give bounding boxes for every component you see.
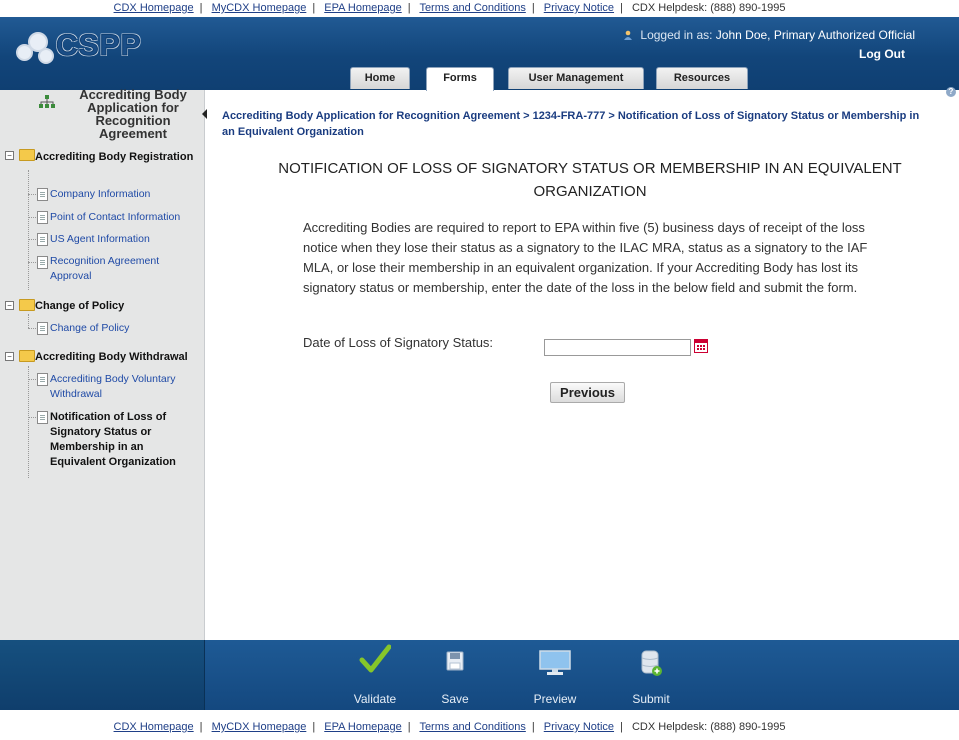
org-chart-icon <box>39 95 55 108</box>
tree-item-us-agent[interactable]: US Agent Information <box>50 232 200 247</box>
user-icon <box>624 30 633 40</box>
tree-group-registration[interactable]: Accrediting Body Registration <box>35 149 195 165</box>
tab-user-management[interactable]: User Management <box>508 67 644 89</box>
link-epa-homepage[interactable]: EPA Homepage <box>324 721 401 733</box>
preview-label: Preview <box>533 692 577 706</box>
floppy-disk-icon <box>446 651 464 671</box>
action-bar: Validate Save Preview Submit <box>0 640 959 710</box>
folder-icon <box>19 350 35 362</box>
tree-item-label[interactable]: US Agent Information <box>50 233 150 245</box>
database-submit-icon <box>641 650 662 676</box>
instructions-text: Accrediting Bodies are required to repor… <box>303 220 868 295</box>
previous-button[interactable]: Previous <box>550 382 625 403</box>
collapse-change-of-policy-icon[interactable]: − <box>5 301 14 310</box>
link-cdx-homepage[interactable]: CDX Homepage <box>114 721 194 733</box>
tree-group-withdrawal[interactable]: Accrediting Body Withdrawal <box>35 349 203 365</box>
document-icon <box>37 411 48 424</box>
cspp-logo[interactable]: CSPP <box>16 26 156 68</box>
document-icon <box>37 256 48 269</box>
collapse-registration-icon[interactable]: − <box>5 151 14 160</box>
helpdesk-text: CDX Helpdesk: (888) 890-1995 <box>631 721 786 733</box>
sidebar-title: Accrediting Body Application for Recogni… <box>79 87 187 141</box>
tab-forms[interactable]: Forms <box>426 67 494 91</box>
document-icon <box>37 233 48 246</box>
breadcrumb: Accrediting Body Application for Recogni… <box>222 110 920 138</box>
date-of-loss-label: Date of Loss of Signatory Status: <box>303 335 494 350</box>
tree-item-label[interactable]: Change of Policy <box>50 322 129 334</box>
sidebar-header: Accrediting Body Application for Recogni… <box>0 87 204 142</box>
save-button[interactable]: Save <box>430 640 480 710</box>
date-of-loss-input[interactable] <box>544 339 691 356</box>
helpdesk-text: CDX Helpdesk: (888) 890-1995 <box>631 2 786 14</box>
preview-button[interactable]: Preview <box>520 640 590 710</box>
tree-item-point-of-contact[interactable]: Point of Contact Information <box>50 210 200 225</box>
tree-item-label[interactable]: Recognition Agreement Approval <box>50 255 159 282</box>
save-label: Save <box>441 692 469 706</box>
help-icon[interactable]: ? <box>946 87 956 97</box>
tree-item-change-of-policy[interactable]: Change of Policy <box>50 321 200 336</box>
bottom-links-bar: CDX Homepage | MyCDX Homepage | EPA Homepa… <box>113 721 786 733</box>
collapse-withdrawal-icon[interactable]: − <box>5 352 14 361</box>
monitor-icon <box>539 650 571 675</box>
document-icon <box>37 373 48 386</box>
tab-home[interactable]: Home <box>350 67 410 89</box>
logo-text: CSPP <box>56 29 142 63</box>
app-header: CSPP Logged in as: John Doe, Primary Aut… <box>0 17 959 91</box>
tree-item-label: Notification of Loss of Signatory Status… <box>50 411 176 468</box>
tree-item-label[interactable]: Point of Contact Information <box>50 211 180 223</box>
tree-group-change-of-policy[interactable]: Change of Policy <box>35 298 195 314</box>
top-links-bar: CDX Homepage | MyCDX Homepage | EPA Homepa… <box>113 2 786 14</box>
document-icon <box>37 188 48 201</box>
link-terms-and-conditions[interactable]: Terms and Conditions <box>419 721 525 733</box>
folder-icon <box>19 299 35 311</box>
document-icon <box>37 322 48 335</box>
link-privacy-notice[interactable]: Privacy Notice <box>544 721 614 733</box>
link-terms-and-conditions[interactable]: Terms and Conditions <box>419 2 525 14</box>
collapse-sidebar-icon[interactable] <box>202 109 207 119</box>
logged-in-status: Logged in as: John Doe, Primary Authoriz… <box>623 28 915 42</box>
link-mycdx-homepage[interactable]: MyCDX Homepage <box>212 721 307 733</box>
tree-item-recognition-agreement-approval[interactable]: Recognition Agreement Approval <box>50 254 170 284</box>
validate-button[interactable]: Validate <box>340 640 410 710</box>
tab-resources[interactable]: Resources <box>656 67 748 89</box>
validate-label: Validate <box>353 692 397 706</box>
submit-button[interactable]: Submit <box>616 640 686 710</box>
submit-label: Submit <box>632 692 670 706</box>
checkmark-icon <box>359 644 391 673</box>
tree-item-label[interactable]: Company Information <box>50 188 150 200</box>
sidebar: Accrediting Body Application for Recogni… <box>0 87 207 640</box>
link-mycdx-homepage[interactable]: MyCDX Homepage <box>212 2 307 14</box>
logged-in-label: Logged in as: <box>640 28 713 42</box>
page-title: NOTIFICATION OF LOSS OF SIGNATORY STATUS… <box>278 160 902 200</box>
tree-item-label[interactable]: Accrediting Body Voluntary Withdrawal <box>50 373 176 400</box>
tree-item-company-information[interactable]: Company Information <box>50 187 200 202</box>
calendar-icon[interactable] <box>694 339 708 353</box>
tree-item-voluntary-withdrawal[interactable]: Accrediting Body Voluntary Withdrawal <box>50 372 195 402</box>
logout-link[interactable]: Log Out <box>859 47 905 61</box>
folder-icon <box>19 149 35 161</box>
logged-in-user: John Doe, Primary Authorized Official <box>715 28 915 42</box>
link-privacy-notice[interactable]: Privacy Notice <box>544 2 614 14</box>
document-icon <box>37 211 48 224</box>
tree-item-notification-of-loss[interactable]: Notification of Loss of Signatory Status… <box>50 410 178 470</box>
link-cdx-homepage[interactable]: CDX Homepage <box>114 2 194 14</box>
link-epa-homepage[interactable]: EPA Homepage <box>324 2 401 14</box>
